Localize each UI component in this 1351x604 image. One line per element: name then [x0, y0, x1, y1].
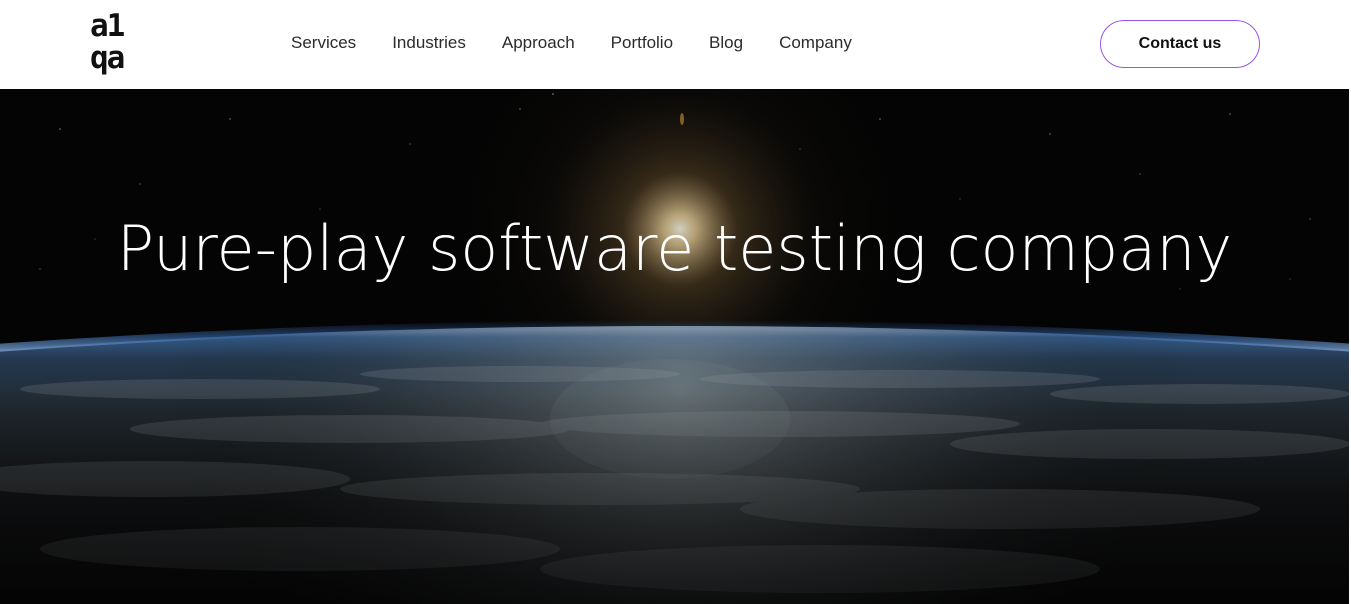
hero-banner: Pure-play software testing company — [0, 89, 1349, 604]
nav-item-company[interactable]: Company — [779, 32, 852, 54]
main-navigation: Services Industries Approach Portfolio B… — [291, 32, 852, 54]
nav-item-industries[interactable]: Industries — [392, 32, 466, 54]
contact-us-button[interactable]: Contact us — [1100, 20, 1260, 68]
logo-line-2: qa — [90, 40, 125, 76]
nav-item-portfolio[interactable]: Portfolio — [611, 32, 673, 54]
nav-item-blog[interactable]: Blog — [709, 32, 743, 54]
nav-item-services[interactable]: Services — [291, 32, 356, 54]
a1qa-logo[interactable]: a1 qa — [90, 11, 136, 79]
earth-from-space-image — [0, 89, 1349, 604]
logo-line-1: a1 — [90, 8, 125, 44]
hero-title: Pure-play software testing company — [116, 212, 1233, 285]
site-header: a1 qa Services Industries Approach Portf… — [0, 0, 1349, 89]
nav-item-approach[interactable]: Approach — [502, 32, 575, 54]
